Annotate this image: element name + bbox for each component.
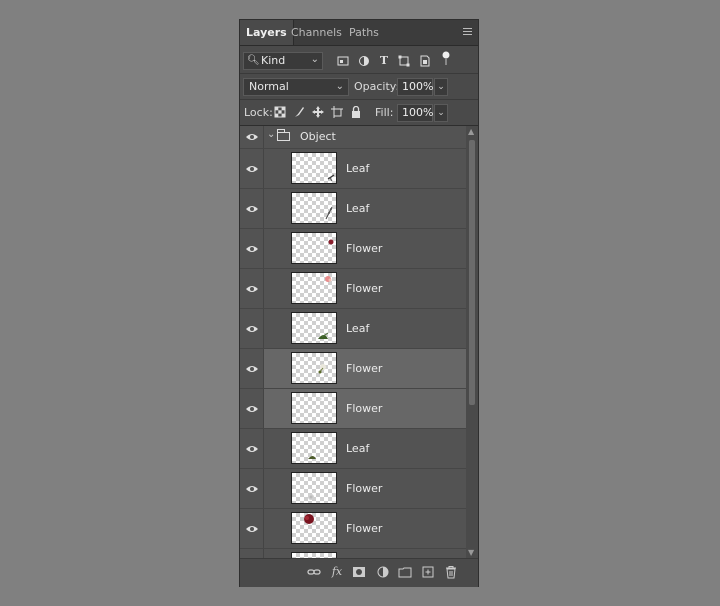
layer-thumbnail[interactable] xyxy=(291,232,337,264)
layer-name[interactable]: Flower xyxy=(346,282,382,295)
layer-row[interactable]: Leaf xyxy=(240,189,466,229)
group-name: Object xyxy=(300,130,336,143)
filter-row: 🔍︎ Kind ⌄ T xyxy=(240,47,478,74)
opacity-input[interactable]: 100% xyxy=(397,78,433,96)
layer-row[interactable]: Leaf xyxy=(240,309,466,349)
layer-thumbnail[interactable] xyxy=(291,472,337,504)
type-filter-icon[interactable]: T xyxy=(378,55,390,67)
new-layer-icon[interactable] xyxy=(421,565,435,579)
eye-icon[interactable] xyxy=(245,244,259,254)
folder-icon xyxy=(277,129,290,141)
layer-row[interactable] xyxy=(240,549,466,558)
new-group-icon[interactable] xyxy=(398,565,412,579)
layer-thumbnail[interactable] xyxy=(291,392,337,424)
layers-list: ⌄ Object Leaf Leaf Flower Flower Leaf Flower F… xyxy=(240,126,466,558)
add-mask-icon[interactable] xyxy=(352,565,366,579)
search-icon: 🔍︎ xyxy=(247,55,260,66)
layer-thumbnail[interactable] xyxy=(291,152,337,184)
layer-name[interactable]: Leaf xyxy=(346,162,369,175)
eye-icon[interactable] xyxy=(245,364,259,374)
blend-mode-value: Normal xyxy=(249,80,289,93)
filter-kind-select[interactable]: 🔍︎ Kind ⌄ xyxy=(243,52,323,70)
blend-mode-select[interactable]: Normal ⌄ xyxy=(243,78,349,96)
layer-group-row[interactable]: ⌄ Object xyxy=(240,126,466,149)
lock-artboard-icon[interactable] xyxy=(331,106,343,118)
adjustment-layer-icon[interactable] xyxy=(376,565,390,579)
layer-row[interactable]: Flower xyxy=(240,349,466,389)
layer-thumbnail[interactable] xyxy=(291,352,337,384)
lock-all-icon[interactable] xyxy=(350,105,362,118)
layer-row[interactable]: Leaf xyxy=(240,429,466,469)
eye-column xyxy=(240,549,264,558)
eye-icon[interactable] xyxy=(245,324,259,334)
eye-icon[interactable] xyxy=(245,132,259,142)
blend-row: Normal ⌄ Opacity: 100% ⌄ xyxy=(240,75,478,100)
lock-label: Lock: xyxy=(244,106,273,119)
shape-filter-icon[interactable] xyxy=(398,55,410,67)
layer-row[interactable]: Flower xyxy=(240,389,466,429)
layer-name[interactable]: Leaf xyxy=(346,322,369,335)
eye-icon[interactable] xyxy=(245,164,259,174)
trash-icon[interactable] xyxy=(444,565,458,579)
layer-thumbnail[interactable] xyxy=(291,272,337,304)
lock-row: Lock: Fill: 100% ⌄ xyxy=(240,101,478,126)
layer-row[interactable]: Flower xyxy=(240,469,466,509)
fill-dropdown-button[interactable]: ⌄ xyxy=(434,104,448,122)
opacity-dropdown-button[interactable]: ⌄ xyxy=(434,78,448,96)
layers-panel: Layers Channels Paths 🔍︎ Kind ⌄ T Normal xyxy=(239,19,479,587)
chevron-down-icon[interactable]: ⌄ xyxy=(267,129,275,140)
eye-icon[interactable] xyxy=(245,204,259,214)
layer-name[interactable]: Flower xyxy=(346,362,382,375)
pixel-filter-icon[interactable] xyxy=(337,55,349,67)
smart-object-filter-icon[interactable] xyxy=(419,55,431,67)
layer-row[interactable]: Flower xyxy=(240,229,466,269)
scroll-down-icon[interactable]: ▼ xyxy=(468,548,474,557)
fx-icon[interactable]: fx xyxy=(330,565,344,579)
link-layers-icon[interactable] xyxy=(307,565,321,579)
eye-icon[interactable] xyxy=(245,524,259,534)
layer-thumbnail[interactable] xyxy=(291,192,337,224)
scroll-up-icon[interactable]: ▲ xyxy=(468,127,474,136)
tab-paths[interactable]: Paths xyxy=(343,20,385,45)
fill-label: Fill: xyxy=(375,106,394,119)
filter-toggle-icon[interactable] xyxy=(440,51,452,65)
layer-name[interactable]: Flower xyxy=(346,482,382,495)
adjustment-filter-icon[interactable] xyxy=(358,55,370,67)
layer-name[interactable]: Flower xyxy=(346,522,382,535)
eye-icon[interactable] xyxy=(245,284,259,294)
lock-transparent-icon[interactable] xyxy=(274,106,286,118)
layer-thumbnail[interactable] xyxy=(291,512,337,544)
eye-icon[interactable] xyxy=(245,444,259,454)
eye-icon[interactable] xyxy=(245,404,259,414)
chevron-down-icon: ⌄ xyxy=(335,81,344,92)
panel-tabbar: Layers Channels Paths xyxy=(240,20,478,46)
layer-name[interactable]: Flower xyxy=(346,402,382,415)
chevron-down-icon: ⌄ xyxy=(310,54,319,65)
layer-name[interactable]: Leaf xyxy=(346,442,369,455)
scrollbar-thumb[interactable] xyxy=(469,140,475,405)
layer-name[interactable]: Flower xyxy=(346,242,382,255)
layer-row[interactable]: Flower xyxy=(240,509,466,549)
tab-channels[interactable]: Channels xyxy=(285,20,348,45)
panel-footer: fx xyxy=(240,558,478,587)
layers-scrollbar[interactable]: ▲ ▼ xyxy=(466,126,478,558)
lock-position-icon[interactable] xyxy=(312,106,324,118)
panel-menu-icon[interactable] xyxy=(463,28,472,35)
lock-image-icon[interactable] xyxy=(293,106,305,118)
layer-thumbnail[interactable] xyxy=(291,432,337,464)
fill-input[interactable]: 100% xyxy=(397,104,433,122)
filter-kind-label: Kind xyxy=(261,54,286,67)
opacity-label: Opacity: xyxy=(354,80,400,93)
layer-thumbnail[interactable] xyxy=(291,312,337,344)
eye-icon[interactable] xyxy=(245,484,259,494)
layer-name[interactable]: Leaf xyxy=(346,202,369,215)
layer-row[interactable]: Flower xyxy=(240,269,466,309)
layer-row[interactable]: Leaf xyxy=(240,149,466,189)
